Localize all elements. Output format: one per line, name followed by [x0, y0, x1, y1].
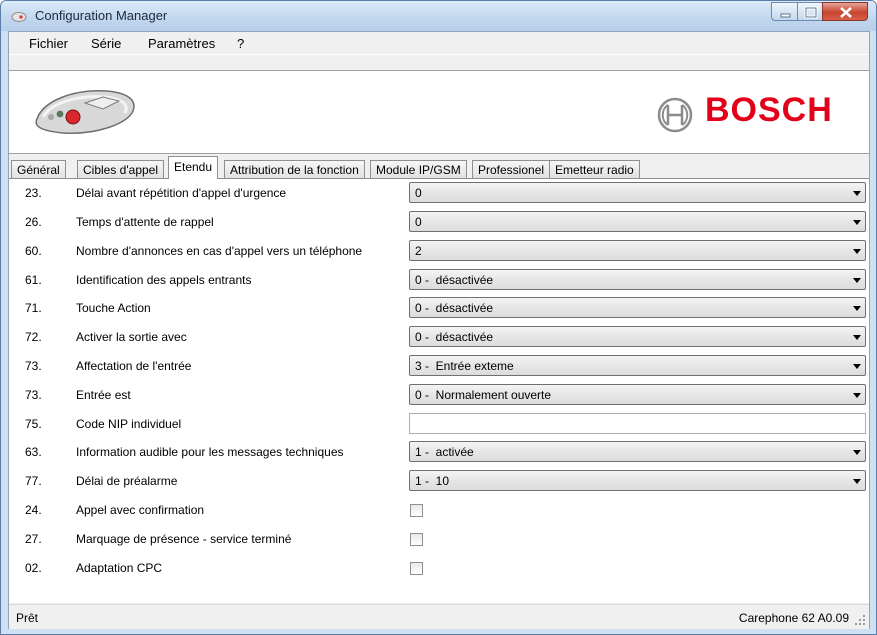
row-label: Activer la sortie avec	[76, 330, 187, 344]
row-number: 60.	[25, 244, 42, 258]
dropdown-arrow-icon	[853, 364, 861, 369]
dropdown-arrow-icon	[853, 278, 861, 283]
carephone-device-image	[35, 90, 135, 134]
minimize-button[interactable]	[771, 2, 798, 21]
row-number: 27.	[25, 532, 42, 546]
dropdown-arrow-icon	[853, 450, 861, 455]
row-number: 73.	[25, 388, 42, 402]
row-number: 26.	[25, 215, 42, 229]
row-label: Touche Action	[76, 301, 151, 315]
client-area: Fichier Série Paramètres ? BOSCH Général…	[8, 31, 870, 629]
select-value: 3 - Entrée exteme	[415, 359, 514, 373]
information-audible-select[interactable]: 1 - activée	[409, 441, 866, 462]
select-value: 2	[415, 244, 422, 258]
temps-attente-select[interactable]: 0	[409, 211, 866, 232]
select-value: 0 - désactivée	[415, 301, 494, 315]
row-label: Marquage de présence - service terminé	[76, 532, 292, 546]
menu-parametres[interactable]: Paramètres	[148, 36, 215, 51]
tab-etendu[interactable]: Etendu	[168, 156, 219, 179]
row-label: Adaptation CPC	[76, 561, 163, 575]
entree-est-select[interactable]: 0 - Normalement ouverte	[409, 384, 866, 405]
select-value: 0 - désactivée	[415, 273, 494, 287]
tab-strip: Général Cibles d'appel Etendu Attributio…	[9, 156, 869, 179]
row-label: Code NIP individuel	[76, 417, 182, 431]
row-label: Identification des appels entrants	[76, 273, 252, 287]
row-label: Délai avant répétition d'appel d'urgence	[76, 186, 287, 200]
title-bar[interactable]: Configuration Manager	[1, 1, 876, 31]
tab-general[interactable]: Général	[11, 160, 66, 178]
select-value: 0	[415, 215, 422, 229]
row-label: Appel avec confirmation	[76, 503, 205, 517]
bosch-logo-icon	[657, 97, 693, 133]
row-number: 71.	[25, 301, 42, 315]
maximize-button[interactable]	[797, 2, 823, 21]
menu-bar: Fichier Série Paramètres ?	[9, 32, 869, 55]
select-value: 1 - activée	[415, 445, 474, 459]
identification-appels-select[interactable]: 0 - désactivée	[409, 269, 866, 290]
select-value: 0 - Normalement ouverte	[415, 388, 552, 402]
dropdown-arrow-icon	[853, 306, 861, 311]
row-number: 73.	[25, 359, 42, 373]
tab-professionel[interactable]: Professionel	[472, 160, 551, 178]
dropdown-arrow-icon	[853, 335, 861, 340]
dropdown-arrow-icon	[853, 393, 861, 398]
row-number: 23.	[25, 186, 42, 200]
menu-help[interactable]: ?	[237, 36, 244, 51]
row-number: 77.	[25, 474, 42, 488]
row-number: 72.	[25, 330, 42, 344]
appel-confirmation-checkbox[interactable]	[410, 504, 423, 517]
code-nip-input[interactable]	[409, 413, 866, 434]
status-bar: Prêt Carephone 62 A0.09	[9, 604, 869, 629]
device-version: Carephone 62 A0.09	[738, 611, 849, 625]
row-label: Nombre d'annonces en cas d'appel vers un…	[76, 244, 363, 258]
dropdown-arrow-icon	[853, 220, 861, 225]
delai-repetition-select[interactable]: 0	[409, 182, 866, 203]
row-label: Entrée est	[76, 388, 131, 402]
select-value: 0	[415, 186, 422, 200]
app-icon	[11, 12, 27, 22]
row-number: 24.	[25, 503, 42, 517]
dropdown-arrow-icon	[853, 249, 861, 254]
dropdown-arrow-icon	[853, 191, 861, 196]
banner: BOSCH	[9, 70, 869, 154]
dropdown-arrow-icon	[853, 479, 861, 484]
nombre-annonces-select[interactable]: 2	[409, 240, 866, 261]
row-label: Information audible pour les messages te…	[76, 445, 344, 459]
row-label: Délai de préalarme	[76, 474, 178, 488]
row-number: 02.	[25, 561, 42, 575]
touche-action-select[interactable]: 0 - désactivée	[409, 297, 866, 318]
close-icon	[840, 7, 852, 18]
tab-emetteur-radio[interactable]: Emetteur radio	[549, 160, 640, 178]
minimize-icon	[780, 13, 791, 18]
close-button[interactable]	[822, 2, 868, 21]
settings-panel: 23. Délai avant répétition d'appel d'urg…	[9, 178, 869, 603]
affectation-entree-select[interactable]: 3 - Entrée exteme	[409, 355, 866, 376]
menu-serie[interactable]: Série	[91, 36, 121, 51]
adaptation-cpc-checkbox[interactable]	[410, 562, 423, 575]
row-label: Temps d'attente de rappel	[76, 215, 214, 229]
brand-name: BOSCH	[705, 91, 833, 129]
row-number: 61.	[25, 273, 42, 287]
tab-attribution-fonction[interactable]: Attribution de la fonction	[224, 160, 365, 178]
resize-grip-icon[interactable]	[854, 614, 866, 626]
row-number: 75.	[25, 417, 42, 431]
row-number: 63.	[25, 445, 42, 459]
app-window: Configuration Manager Fichier Série Para…	[0, 0, 877, 635]
row-label: Affectation de l'entrée	[76, 359, 192, 373]
tab-module-ip-gsm[interactable]: Module IP/GSM	[370, 160, 467, 178]
status-text: Prêt	[16, 611, 39, 625]
menu-fichier[interactable]: Fichier	[29, 36, 68, 51]
select-value: 0 - désactivée	[415, 330, 494, 344]
tab-cibles-appel[interactable]: Cibles d'appel	[77, 160, 165, 178]
select-value: 1 - 10	[415, 474, 450, 488]
window-title: Configuration Manager	[35, 8, 168, 23]
marquage-presence-checkbox[interactable]	[410, 533, 423, 546]
maximize-icon	[804, 6, 818, 19]
activer-sortie-select[interactable]: 0 - désactivée	[409, 326, 866, 347]
delai-prealarme-select[interactable]: 1 - 10	[409, 470, 866, 491]
